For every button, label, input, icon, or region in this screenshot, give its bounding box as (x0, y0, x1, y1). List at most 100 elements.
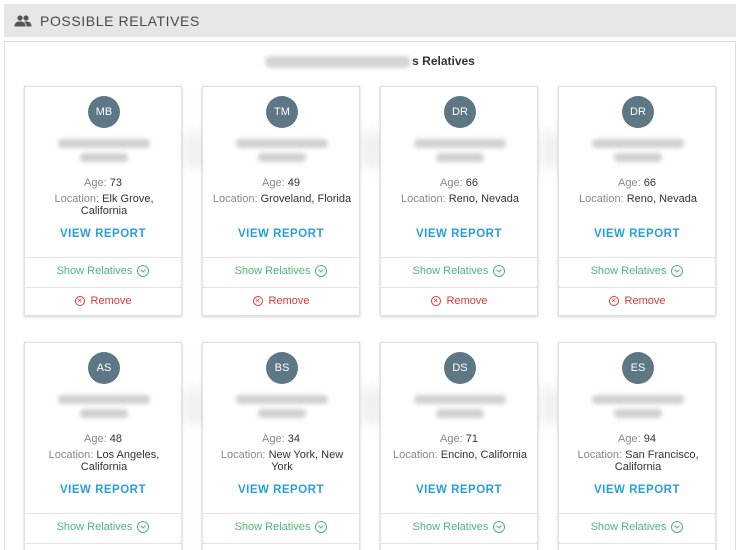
age-row: Age: 66 (559, 177, 715, 189)
avatar: AS (88, 352, 120, 384)
redacted-relative-name (587, 137, 689, 163)
show-relatives-button[interactable]: Show Relatives (25, 521, 181, 533)
panel-title: s Relatives (5, 54, 735, 68)
show-relatives-button[interactable]: Show Relatives (381, 265, 537, 277)
avatar: ES (622, 352, 654, 384)
age-label: Age: (84, 433, 107, 445)
age-label: Age: (84, 177, 107, 189)
divider (381, 543, 537, 544)
remove-label: Remove (90, 295, 132, 307)
redacted-person-name (265, 55, 412, 68)
location-row: Location: Reno, Nevada (387, 193, 533, 205)
chevron-down-icon (137, 265, 150, 277)
panel-title-suffix: s Relatives (412, 54, 475, 68)
show-relatives-button[interactable]: Show Relatives (381, 521, 537, 533)
view-report-link[interactable]: VIEW REPORT (25, 484, 181, 496)
age-row: Age: 34 (203, 433, 359, 445)
divider (25, 543, 181, 544)
people-icon (14, 14, 34, 28)
remove-icon: ✕ (252, 296, 263, 306)
show-relatives-button[interactable]: Show Relatives (203, 265, 359, 277)
redacted-relative-name (53, 137, 155, 163)
divider (25, 513, 181, 514)
relative-card: BS Age: 34 Location: New York, New York … (202, 342, 360, 550)
location-value: Groveland, Florida (260, 193, 352, 205)
location-label: Location: (220, 449, 266, 461)
divider (559, 257, 715, 258)
location-value: Encino, California (440, 449, 527, 461)
age-label: Age: (440, 177, 463, 189)
view-report-link[interactable]: VIEW REPORT (203, 228, 359, 240)
location-row: Location: Elk Grove, California (31, 193, 177, 217)
divider (203, 513, 359, 514)
location-label: Location: (393, 449, 438, 461)
location-value: Los Angeles, California (80, 449, 160, 473)
divider (559, 287, 715, 288)
divider (559, 513, 715, 514)
age-row: Age: 66 (381, 177, 537, 189)
show-relatives-label: Show Relatives (412, 521, 489, 533)
location-value: Reno, Nevada (448, 193, 520, 205)
redacted-relative-name (409, 393, 511, 419)
remove-button[interactable]: ✕ Remove (25, 295, 181, 307)
age-value: 66 (643, 177, 656, 189)
location-label: Location: (48, 449, 94, 461)
section-header: POSSIBLE RELATIVES (4, 4, 736, 37)
view-report-link[interactable]: VIEW REPORT (381, 228, 537, 240)
location-value: San Francisco, California (614, 449, 699, 473)
relative-card: ES Age: 94 Location: San Francisco, Cali… (558, 342, 716, 550)
show-relatives-label: Show Relatives (234, 521, 311, 533)
show-relatives-button[interactable]: Show Relatives (25, 265, 181, 277)
remove-icon: ✕ (74, 296, 85, 306)
remove-button[interactable]: ✕ Remove (381, 295, 537, 307)
chevron-down-icon (137, 521, 150, 533)
age-value: 71 (465, 433, 478, 445)
location-row: Location: San Francisco, California (565, 449, 711, 473)
chevron-down-icon (493, 265, 506, 277)
view-report-link[interactable]: VIEW REPORT (559, 228, 715, 240)
age-row: Age: 94 (559, 433, 715, 445)
view-report-link[interactable]: VIEW REPORT (381, 484, 537, 496)
location-row: Location: Encino, California (387, 449, 533, 461)
location-value: Reno, Nevada (626, 193, 698, 205)
age-label: Age: (440, 433, 463, 445)
location-label: Location: (400, 193, 446, 205)
avatar: BS (266, 352, 298, 384)
redacted-relative-name (587, 393, 689, 419)
divider (381, 287, 537, 288)
show-relatives-label: Show Relatives (56, 265, 133, 277)
avatar: DR (444, 96, 476, 128)
relative-card: TM Age: 49 Location: Groveland, Florida … (202, 86, 360, 316)
remove-label: Remove (268, 295, 310, 307)
show-relatives-label: Show Relatives (234, 265, 311, 277)
age-label: Age: (618, 177, 641, 189)
remove-button[interactable]: ✕ Remove (559, 295, 715, 307)
show-relatives-button[interactable]: Show Relatives (559, 521, 715, 533)
divider (203, 543, 359, 544)
redacted-relative-name (53, 393, 155, 419)
location-row: Location: New York, New York (209, 449, 355, 473)
redacted-relative-name (409, 137, 511, 163)
remove-icon: ✕ (430, 296, 441, 306)
relative-card: MB Age: 73 Location: Elk Grove, Californ… (24, 86, 182, 316)
location-label: Location: (577, 449, 623, 461)
location-label: Location: (578, 193, 624, 205)
view-report-link[interactable]: VIEW REPORT (203, 484, 359, 496)
chevron-down-icon (671, 265, 684, 277)
age-row: Age: 48 (25, 433, 181, 445)
view-report-link[interactable]: VIEW REPORT (25, 228, 181, 240)
remove-button[interactable]: ✕ Remove (203, 295, 359, 307)
show-relatives-label: Show Relatives (590, 521, 667, 533)
show-relatives-button[interactable]: Show Relatives (559, 265, 715, 277)
location-row: Location: Los Angeles, California (31, 449, 177, 473)
age-value: 94 (643, 433, 656, 445)
age-value: 49 (287, 177, 300, 189)
divider (381, 513, 537, 514)
chevron-down-icon (315, 521, 328, 533)
redacted-relative-name (231, 393, 333, 419)
age-row: Age: 73 (25, 177, 181, 189)
view-report-link[interactable]: VIEW REPORT (559, 484, 715, 496)
redacted-relative-name (231, 137, 333, 163)
relative-card: AS Age: 48 Location: Los Angeles, Califo… (24, 342, 182, 550)
show-relatives-button[interactable]: Show Relatives (203, 521, 359, 533)
